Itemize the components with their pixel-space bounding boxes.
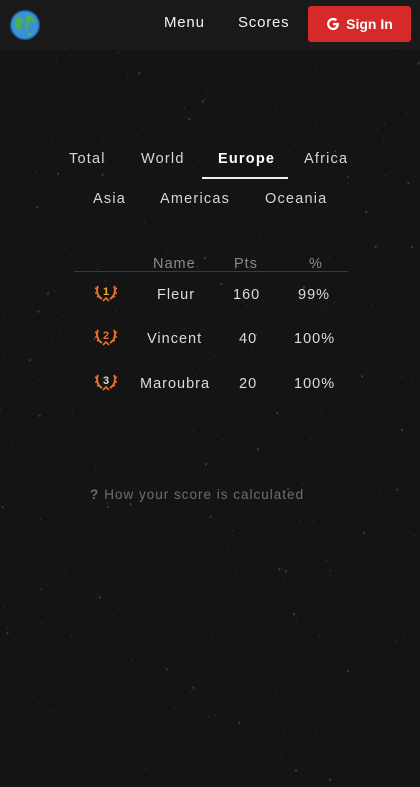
player-percent: 100% [294, 376, 336, 392]
player-points: 160 [233, 287, 261, 303]
player-percent: 100% [294, 331, 336, 347]
score-calculation-link[interactable]: ? How your score is calculated [90, 487, 304, 502]
tab-americas[interactable]: Americas [160, 191, 230, 207]
globe-icon[interactable] [9, 9, 41, 41]
menu-link[interactable]: Menu [164, 14, 205, 31]
active-tab-indicator [202, 177, 288, 179]
tab-world[interactable]: World [141, 151, 185, 167]
scores-link[interactable]: Scores [238, 14, 290, 31]
header-divider [74, 271, 348, 272]
score-calculation-label: How your score is calculated [104, 487, 305, 502]
tab-africa[interactable]: Africa [304, 151, 348, 167]
rank-number: 1 [103, 286, 109, 298]
rank-number: 2 [103, 330, 109, 342]
sign-in-button[interactable]: Sign In [308, 6, 411, 42]
player-name: Maroubra [140, 376, 211, 392]
top-navigation-bar: Menu Scores Sign In [0, 0, 420, 50]
player-name: Fleur [157, 287, 196, 303]
sign-in-label: Sign In [346, 16, 393, 32]
column-header-pts: Pts [234, 256, 258, 272]
google-icon [327, 17, 340, 31]
laurel-medal-icon: 1 [94, 285, 118, 302]
player-name: Vincent [147, 331, 203, 347]
starfield-background [0, 52, 420, 781]
rank-number: 3 [103, 375, 109, 387]
column-header-name: Name [153, 256, 196, 272]
tab-europe[interactable]: Europe [218, 151, 275, 167]
player-points: 20 [239, 376, 258, 392]
question-icon: ? [90, 487, 100, 502]
player-points: 40 [239, 331, 258, 347]
column-header-percent: % [309, 256, 323, 272]
player-percent: 99% [298, 287, 331, 303]
tab-oceania[interactable]: Oceania [265, 191, 327, 207]
tab-total[interactable]: Total [69, 151, 106, 167]
tab-asia[interactable]: Asia [93, 191, 126, 207]
laurel-medal-icon: 3 [94, 374, 118, 391]
laurel-medal-icon: 2 [94, 329, 118, 346]
